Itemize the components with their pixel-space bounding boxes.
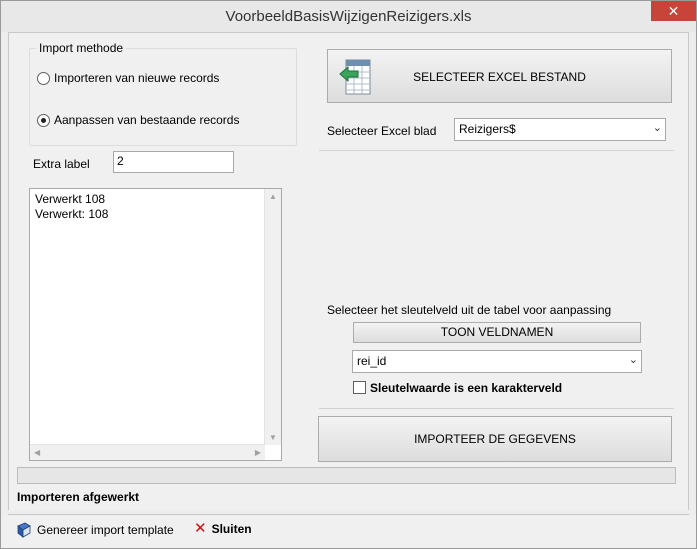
char-field-checkbox[interactable]: [353, 381, 366, 394]
divider: [319, 408, 674, 409]
radio-new-records[interactable]: Importeren van nieuwe records: [37, 71, 219, 85]
book-icon: [17, 522, 31, 538]
radio-update-records-button[interactable]: [37, 113, 50, 127]
generate-template-button[interactable]: Genereer import template: [16, 522, 174, 538]
scroll-right-icon[interactable]: ▶: [255, 448, 261, 457]
show-fields-button[interactable]: TOON VELDNAMEN: [353, 322, 641, 343]
scroll-down-icon[interactable]: ▼: [269, 433, 277, 442]
import-button[interactable]: IMPORTEER DE GEGEVENS: [318, 416, 672, 462]
char-field-label: Sleutelwaarde is een karakterveld: [370, 381, 563, 395]
window-title: VoorbeeldBasisWijzigenReizigers.xls: [225, 8, 472, 25]
bottom-toolbar: Genereer import template ✕ Sluiten: [1, 515, 696, 548]
log-horizontal-scrollbar[interactable]: ◀ ▶: [30, 444, 265, 460]
key-field-instruction: Selecteer het sleutelveld uit de tabel v…: [327, 303, 612, 317]
scroll-up-icon[interactable]: ▲: [269, 192, 277, 201]
import-method-group: Import methode Importeren van nieuwe rec…: [29, 41, 297, 146]
close-button[interactable]: ✕ Sluiten: [194, 520, 252, 537]
chevron-down-icon[interactable]: ⌄: [629, 353, 638, 366]
scroll-left-icon[interactable]: ◀: [34, 448, 40, 457]
key-field-select-value: rei_id: [357, 354, 387, 368]
import-method-legend: Import methode: [36, 41, 127, 55]
extra-label-input[interactable]: 2: [113, 151, 234, 173]
log-line: Verwerkt 108: [35, 192, 106, 206]
progress-bar: [17, 467, 676, 484]
log-vertical-scrollbar[interactable]: ▲ ▼: [264, 189, 281, 445]
radio-update-records-label: Aanpassen van bestaande records: [54, 113, 240, 127]
radio-new-records-button[interactable]: [37, 71, 50, 85]
client-area: Import methode Importeren van nieuwe rec…: [8, 32, 689, 510]
log-listbox[interactable]: Verwerkt 108 Verwerkt: 108 ▲ ▼ ◀ ▶: [29, 188, 282, 461]
key-field-select[interactable]: rei_id ⌄: [352, 350, 642, 373]
divider: [319, 150, 674, 151]
log-line: Verwerkt: 108: [35, 207, 109, 221]
sheet-select-value: Reizigers$: [459, 122, 516, 136]
status-text: Importeren afgewerkt: [17, 490, 140, 504]
sheet-select[interactable]: Reizigers$ ⌄: [454, 118, 666, 141]
radio-update-records[interactable]: Aanpassen van bestaande records: [37, 113, 239, 127]
title-bar: VoorbeeldBasisWijzigenReizigers.xls ✕: [1, 1, 696, 32]
app-window: VoorbeeldBasisWijzigenReizigers.xls ✕ Im…: [0, 0, 697, 549]
extra-label-label: Extra label: [33, 157, 90, 171]
select-excel-button[interactable]: SELECTEER EXCEL BESTAND: [327, 49, 672, 103]
close-button-label: Sluiten: [211, 522, 252, 536]
generate-template-label: Genereer import template: [37, 523, 174, 537]
sheet-label: Selecteer Excel blad: [327, 124, 437, 138]
window-close-button[interactable]: ✕: [651, 1, 696, 21]
select-excel-button-label: SELECTEER EXCEL BESTAND: [413, 70, 586, 84]
radio-new-records-label: Importeren van nieuwe records: [54, 71, 220, 85]
chevron-down-icon[interactable]: ⌄: [653, 121, 662, 134]
red-x-icon: ✕: [194, 520, 207, 537]
